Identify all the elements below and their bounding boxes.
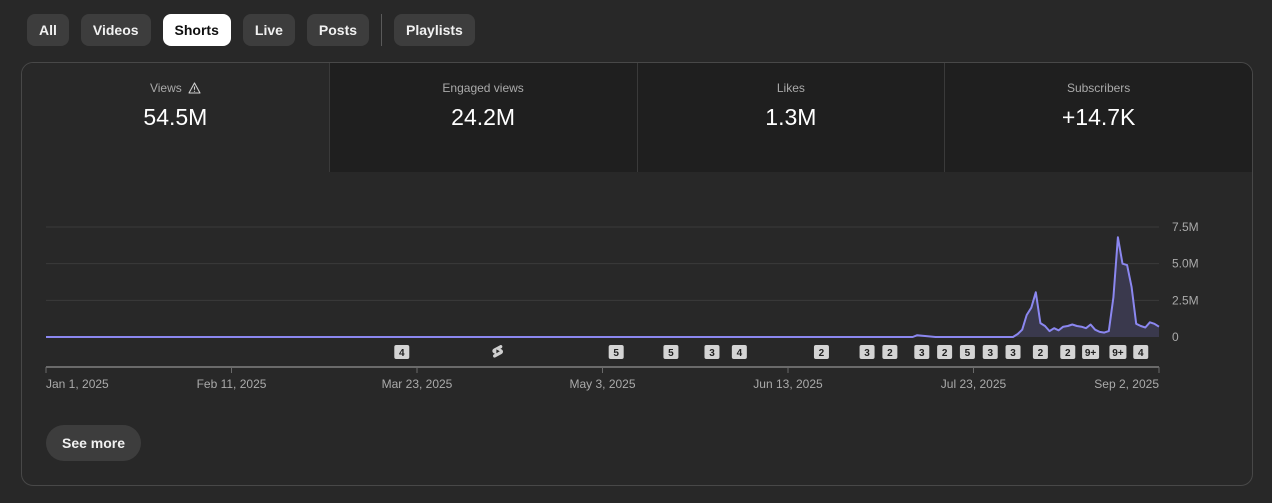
x-tick-label: Jul 23, 2025 — [941, 377, 1007, 391]
x-tick-label: May 3, 2025 — [569, 377, 635, 391]
content-type-tabs: All Videos Shorts Live Posts Playlists — [27, 14, 487, 46]
x-tick-label: Sep 2, 2025 — [1094, 377, 1159, 391]
upload-marker-count: 4 — [399, 348, 405, 359]
upload-marker-count: 4 — [737, 348, 743, 359]
y-tick-label: 5.0M — [1172, 257, 1199, 271]
upload-marker-count: 3 — [919, 348, 925, 359]
upload-marker-count: 2 — [1038, 348, 1044, 359]
upload-marker-count: 5 — [668, 348, 674, 359]
x-tick-label: Jun 13, 2025 — [753, 377, 823, 391]
views-chart: 0 2.5M 5.0M 7.5M Jan 1, 2025 Feb 11, 2025 Mar … — [45, 220, 1199, 391]
x-tick-label: Mar 23, 2025 — [382, 377, 453, 391]
tab-shorts[interactable]: Shorts — [162, 14, 231, 46]
upload-marker-count: 3 — [987, 348, 993, 359]
y-tick-label: 7.5M — [1172, 220, 1199, 234]
upload-marker-count: 2 — [942, 348, 948, 359]
upload-marker-count: 3 — [1010, 348, 1016, 359]
views-line — [46, 236, 1160, 338]
shorts-icon — [492, 344, 504, 358]
tab-all[interactable]: All — [27, 14, 69, 46]
upload-marker-count: 9+ — [1085, 348, 1097, 359]
y-tick-label: 2.5M — [1172, 293, 1199, 307]
analytics-card: Views 54.5M Engaged views 24.2M Likes 1.… — [21, 62, 1253, 486]
x-tick-label: Feb 11, 2025 — [197, 377, 267, 391]
tab-playlists[interactable]: Playlists — [394, 14, 475, 46]
y-tick-label: 0 — [1172, 330, 1179, 344]
tab-videos[interactable]: Videos — [80, 14, 151, 46]
x-tick-label: Jan 1, 2025 — [46, 377, 109, 391]
tab-posts[interactable]: Posts — [306, 14, 370, 46]
see-more-button[interactable]: See more — [46, 425, 142, 461]
upload-marker-count: 5 — [613, 348, 619, 359]
upload-marker-count: 2 — [819, 348, 825, 359]
views-area — [46, 237, 1159, 337]
upload-marker-count: 9+ — [1112, 348, 1124, 359]
upload-marker-count: 3 — [709, 348, 715, 359]
upload-marker-count: 2 — [887, 348, 893, 359]
tab-live[interactable]: Live — [242, 14, 295, 46]
tabs-divider — [381, 14, 383, 46]
upload-marker-count: 5 — [965, 348, 971, 359]
upload-marker-count: 3 — [864, 348, 870, 359]
upload-marker-count: 2 — [1065, 348, 1071, 359]
upload-marker-count: 4 — [1138, 348, 1144, 359]
